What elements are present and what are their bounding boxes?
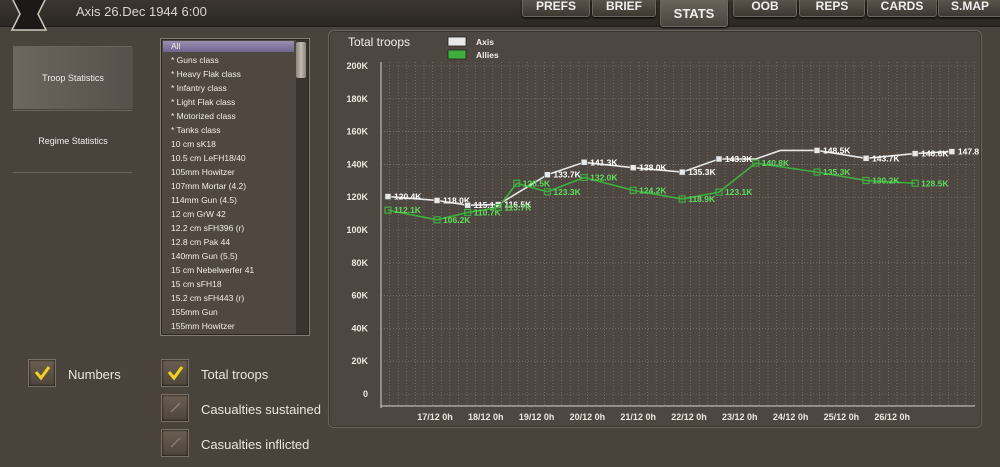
legend-label: Allies <box>476 50 499 60</box>
x-tick-label: 17/12 0h <box>417 412 453 422</box>
y-tick-label: 40K <box>351 323 368 333</box>
data-label: 135.3K <box>688 167 716 177</box>
data-label: 143.3K <box>725 154 753 164</box>
data-point <box>862 155 870 162</box>
x-tick-label: 18/12 0h <box>468 412 504 422</box>
data-point <box>629 164 637 171</box>
data-point <box>813 147 821 154</box>
data-label: 138.0K <box>639 163 667 173</box>
data-label: 140.8K <box>762 158 790 168</box>
data-label: 123.1K <box>725 187 753 197</box>
data-label: 124.2K <box>639 185 667 195</box>
data-label: 148.5K <box>823 145 851 155</box>
legend-swatch <box>447 49 467 60</box>
data-point <box>678 168 686 176</box>
data-label: 133.7K <box>553 170 581 180</box>
x-tick-label: 26/12 0h <box>874 412 910 422</box>
data-label: 113.7K <box>504 203 532 213</box>
y-tick-label: 80K <box>351 258 368 268</box>
data-point <box>948 148 956 155</box>
data-label: 147.8 <box>958 147 980 157</box>
data-point <box>433 197 441 204</box>
data-label: 128.5K <box>921 178 949 188</box>
data-label: 112.1K <box>394 205 422 215</box>
data-point <box>384 193 392 200</box>
data-point <box>580 158 588 166</box>
x-tick-label: 24/12 0h <box>773 412 809 422</box>
x-tick-label: 25/12 0h <box>824 412 860 422</box>
y-tick-label: 140K <box>346 159 368 169</box>
data-point <box>911 150 919 157</box>
data-label: 135.3K <box>823 167 851 177</box>
y-tick-label: 60K <box>351 291 368 301</box>
data-label: 143.7K <box>872 153 900 163</box>
y-tick-label: 0 <box>363 389 368 399</box>
data-label: 123.3K <box>553 187 581 197</box>
data-point <box>544 171 551 179</box>
data-label: 132.0K <box>590 173 618 183</box>
y-tick-label: 100K <box>346 225 368 235</box>
data-label: 106.2K <box>443 215 471 225</box>
y-tick-label: 180K <box>346 94 368 104</box>
data-label: 141.3K <box>590 157 618 167</box>
x-tick-label: 22/12 0h <box>671 412 707 422</box>
chart-title: Total troops <box>348 35 410 49</box>
data-label: 128.5K <box>523 178 551 188</box>
legend-label: Axis <box>476 37 494 47</box>
data-label: 130.2K <box>872 175 900 185</box>
x-tick-label: 20/12 0h <box>570 412 606 422</box>
x-tick-label: 23/12 0h <box>722 412 758 422</box>
data-label: 120.4K <box>394 192 422 202</box>
total-troops-chart: 0 20K 40K 60K 80K 100K 120K 140K 160K 180K 200K 17/… <box>346 35 980 422</box>
data-label: 118.9K <box>688 194 716 204</box>
y-tick-label: 120K <box>346 192 368 202</box>
data-point <box>715 155 723 163</box>
legend-swatch <box>447 36 467 47</box>
data-label: 146.6K <box>921 149 949 159</box>
x-tick-label: 21/12 0h <box>620 412 656 422</box>
data-point <box>464 201 471 209</box>
y-tick-label: 160K <box>346 127 368 137</box>
x-tick-label: 19/12 0h <box>519 412 555 422</box>
data-label: 110.7K <box>474 207 502 217</box>
y-tick-label: 200K <box>346 61 368 71</box>
y-tick-label: 20K <box>351 356 368 366</box>
